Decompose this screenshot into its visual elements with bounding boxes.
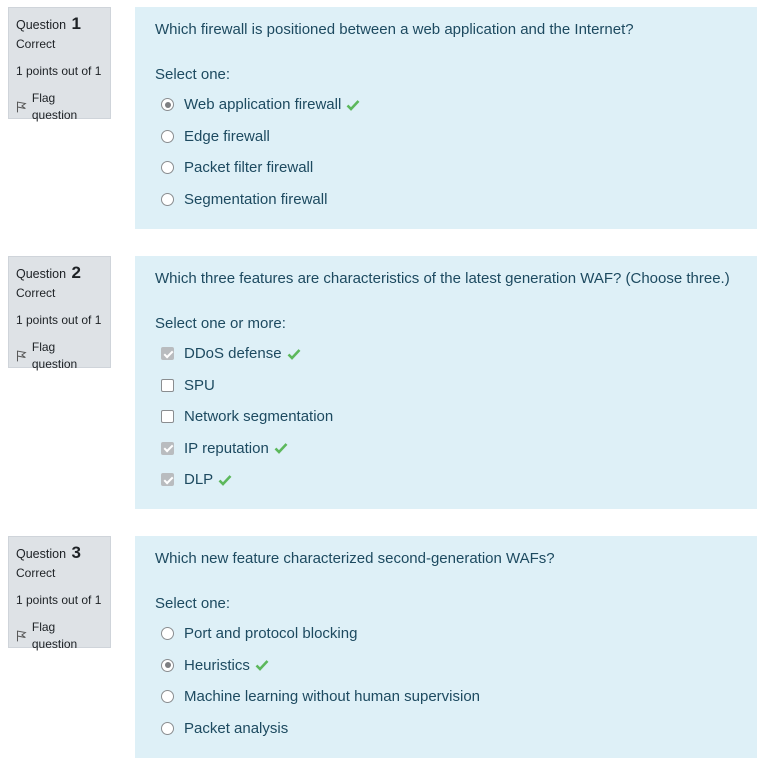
radio-button[interactable] [161,129,174,143]
answer-label: Packet analysis [184,719,289,737]
answer-label: SPU [184,376,215,394]
answer-option[interactable]: SPU [155,370,737,402]
answer-option[interactable]: Network segmentation [155,401,737,433]
flag-question-label: Flag question [31,620,78,651]
question-content: Which new feature characterized second-g… [135,536,757,758]
question-info: Question 2 Correct 1 points out of 1 Fla… [8,256,111,371]
answer-prompt: Select one: [155,595,231,612]
answer-option[interactable]: Port and protocol blocking [155,618,737,650]
answer-option[interactable]: Heuristics [155,650,737,682]
flag-question-label: Flag question [31,91,78,122]
flag-question-link[interactable]: Flag question [16,90,103,124]
flag-icon [16,101,27,113]
answer-option[interactable]: Segmentation firewall [155,184,737,216]
answer-label: DDoS defense [184,345,282,363]
checkbox[interactable] [161,410,174,424]
answer-label: Web application firewall [184,96,342,114]
answer-option[interactable]: DLP [155,464,737,496]
check-mark-icon [287,348,301,360]
answer-label: Heuristics [184,656,250,674]
answer-option[interactable]: Packet filter firewall [155,152,737,184]
flag-icon [16,350,27,362]
flag-question-link[interactable]: Flag question [16,619,103,653]
answer-prompt: Select one: [155,66,231,83]
radio-button[interactable] [161,690,174,704]
flag-question-label: Flag question [31,340,78,371]
answer-option[interactable]: IP reputation [155,433,737,465]
radio-button[interactable] [161,627,174,641]
question-info: Question 1 Correct 1 points out of 1 Fla… [8,7,111,122]
checkbox[interactable] [161,347,174,361]
radio-button[interactable] [161,658,174,672]
answer-option[interactable]: DDoS defense [155,338,737,370]
answer-label: Port and protocol blocking [184,625,358,643]
question-number: Question 2 [16,263,81,282]
answer-label: Machine learning without human supervisi… [184,688,481,706]
radio-button[interactable] [161,192,174,206]
check-mark-icon [274,442,288,455]
question-text: Which new feature characterized second-g… [155,550,555,567]
question-text: Which three features are characteristics… [155,270,730,287]
answer-option[interactable]: Machine learning without human supervisi… [155,681,737,713]
answer-label: DLP [184,471,214,489]
check-mark-icon [218,474,232,486]
question-state: Correct [16,286,56,300]
question-content: Which three features are characteristics… [135,256,757,509]
answer-label: IP reputation [184,439,269,457]
question-grade: 1 points out of 1 [16,64,102,78]
check-mark-icon [255,659,269,672]
answer-option[interactable]: Web application firewall [155,89,737,121]
question-content: Which firewall is positioned between a w… [135,7,757,229]
question-state: Correct [16,37,56,51]
checkbox[interactable] [161,473,174,487]
answer-prompt: Select one or more: [155,315,286,332]
radio-button[interactable] [161,161,174,175]
question-grade: 1 points out of 1 [16,593,102,607]
answer-label: Network segmentation [184,408,334,426]
answer-list: Web application firewall Edge firewall P… [155,89,737,215]
radio-button[interactable] [161,721,174,735]
answer-list: DDoS defense SPU Network segmentation IP… [155,338,737,496]
answer-label: Edge firewall [184,127,270,145]
checkbox[interactable] [161,441,174,455]
question-info: Question 3 Correct 1 points out of 1 Fla… [8,536,111,651]
question-number: Question 3 [16,543,81,562]
check-mark-icon [346,99,360,111]
question-text: Which firewall is positioned between a w… [155,21,634,38]
question-state: Correct [16,566,56,580]
question-grade: 1 points out of 1 [16,313,102,327]
answer-option[interactable]: Packet analysis [155,713,737,745]
flag-question-link[interactable]: Flag question [16,339,103,373]
flag-icon [16,630,27,642]
radio-button[interactable] [161,98,174,112]
checkbox[interactable] [161,378,174,392]
answer-list: Port and protocol blocking Heuristics Ma… [155,618,737,744]
answer-label: Segmentation firewall [184,190,328,208]
answer-option[interactable]: Edge firewall [155,121,737,153]
question-number: Question 1 [16,14,81,33]
answer-label: Packet filter firewall [184,159,314,177]
